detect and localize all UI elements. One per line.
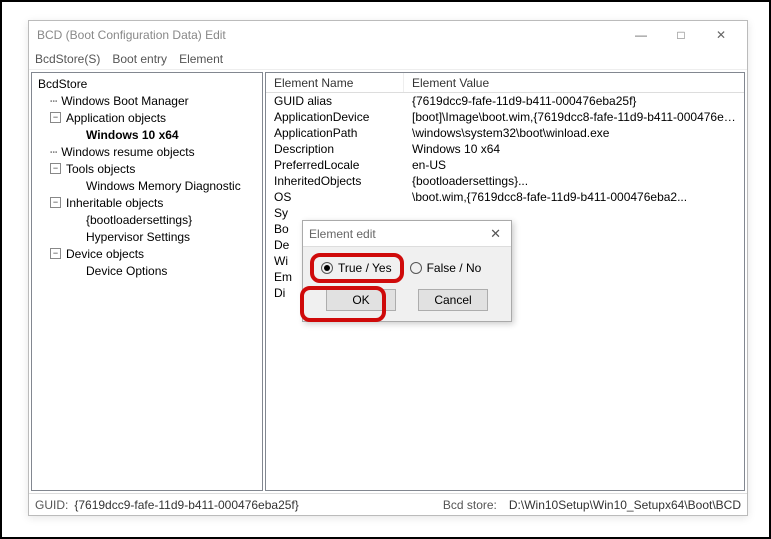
dialog-close-icon[interactable]: ✕ (486, 226, 505, 242)
radio-icon (410, 262, 422, 274)
status-store-value: D:\Win10Setup\Win10_Setupx64\Boot\BCD (509, 498, 741, 512)
status-store-label: Bcd store: (443, 498, 497, 512)
maximize-button[interactable]: □ (661, 23, 701, 47)
tree-memdiag[interactable]: Windows Memory Diagnostic (84, 179, 243, 193)
radio-false[interactable]: False / No (410, 261, 482, 275)
titlebar: BCD (Boot Configuration Data) Edit — □ ✕ (29, 21, 747, 49)
ok-button[interactable]: OK (326, 289, 396, 311)
column-element-value[interactable]: Element Value (404, 73, 744, 92)
element-edit-dialog: Element edit ✕ True / Yes False / No OK … (302, 220, 512, 322)
radio-group: True / Yes False / No (313, 261, 501, 275)
menu-bootentry[interactable]: Boot entry (112, 52, 167, 66)
window-title: BCD (Boot Configuration Data) Edit (37, 28, 621, 42)
menubar: BcdStore(S) Boot entry Element (29, 49, 747, 69)
dialog-titlebar: Element edit ✕ (303, 221, 511, 247)
menu-element[interactable]: Element (179, 52, 223, 66)
tree-win10[interactable]: Windows 10 x64 (84, 128, 181, 142)
statusbar: GUID: {7619dcc9-fafe-11d9-b411-000476eba… (29, 493, 747, 515)
list-header: Element Name Element Value (266, 73, 744, 93)
tree-bootset[interactable]: {bootloadersettings} (84, 213, 194, 227)
collapse-icon[interactable]: − (50, 248, 61, 259)
tree-inherit[interactable]: Inheritable objects (64, 196, 165, 210)
close-button[interactable]: ✕ (701, 23, 741, 47)
status-guid-label: GUID: (35, 498, 68, 512)
tree-hyperv[interactable]: Hypervisor Settings (84, 230, 192, 244)
tree-devobj[interactable]: Device objects (64, 247, 146, 261)
tree-devopt[interactable]: Device Options (84, 264, 169, 278)
collapse-icon[interactable]: − (50, 112, 61, 123)
radio-true[interactable]: True / Yes (321, 261, 392, 275)
cancel-button[interactable]: Cancel (418, 289, 488, 311)
tree-wbm[interactable]: Windows Boot Manager (59, 94, 190, 108)
collapse-icon[interactable]: − (50, 197, 61, 208)
column-element-name[interactable]: Element Name (266, 73, 404, 92)
minimize-button[interactable]: — (621, 23, 661, 47)
tree-wrobj[interactable]: Windows resume objects (59, 145, 196, 159)
tree-appobj[interactable]: Application objects (64, 111, 168, 125)
radio-icon (321, 262, 333, 274)
dialog-title: Element edit (309, 227, 486, 241)
tree-pane[interactable]: BcdStore ⋯Windows Boot Manager −Applicat… (31, 72, 263, 491)
tree-bcdstore[interactable]: BcdStore (36, 77, 89, 91)
collapse-icon[interactable]: − (50, 163, 61, 174)
tree-tools[interactable]: Tools objects (64, 162, 137, 176)
menu-bcdstore[interactable]: BcdStore(S) (35, 52, 100, 66)
status-guid-value: {7619dcc9-fafe-11d9-b411-000476eba25f} (74, 498, 298, 512)
